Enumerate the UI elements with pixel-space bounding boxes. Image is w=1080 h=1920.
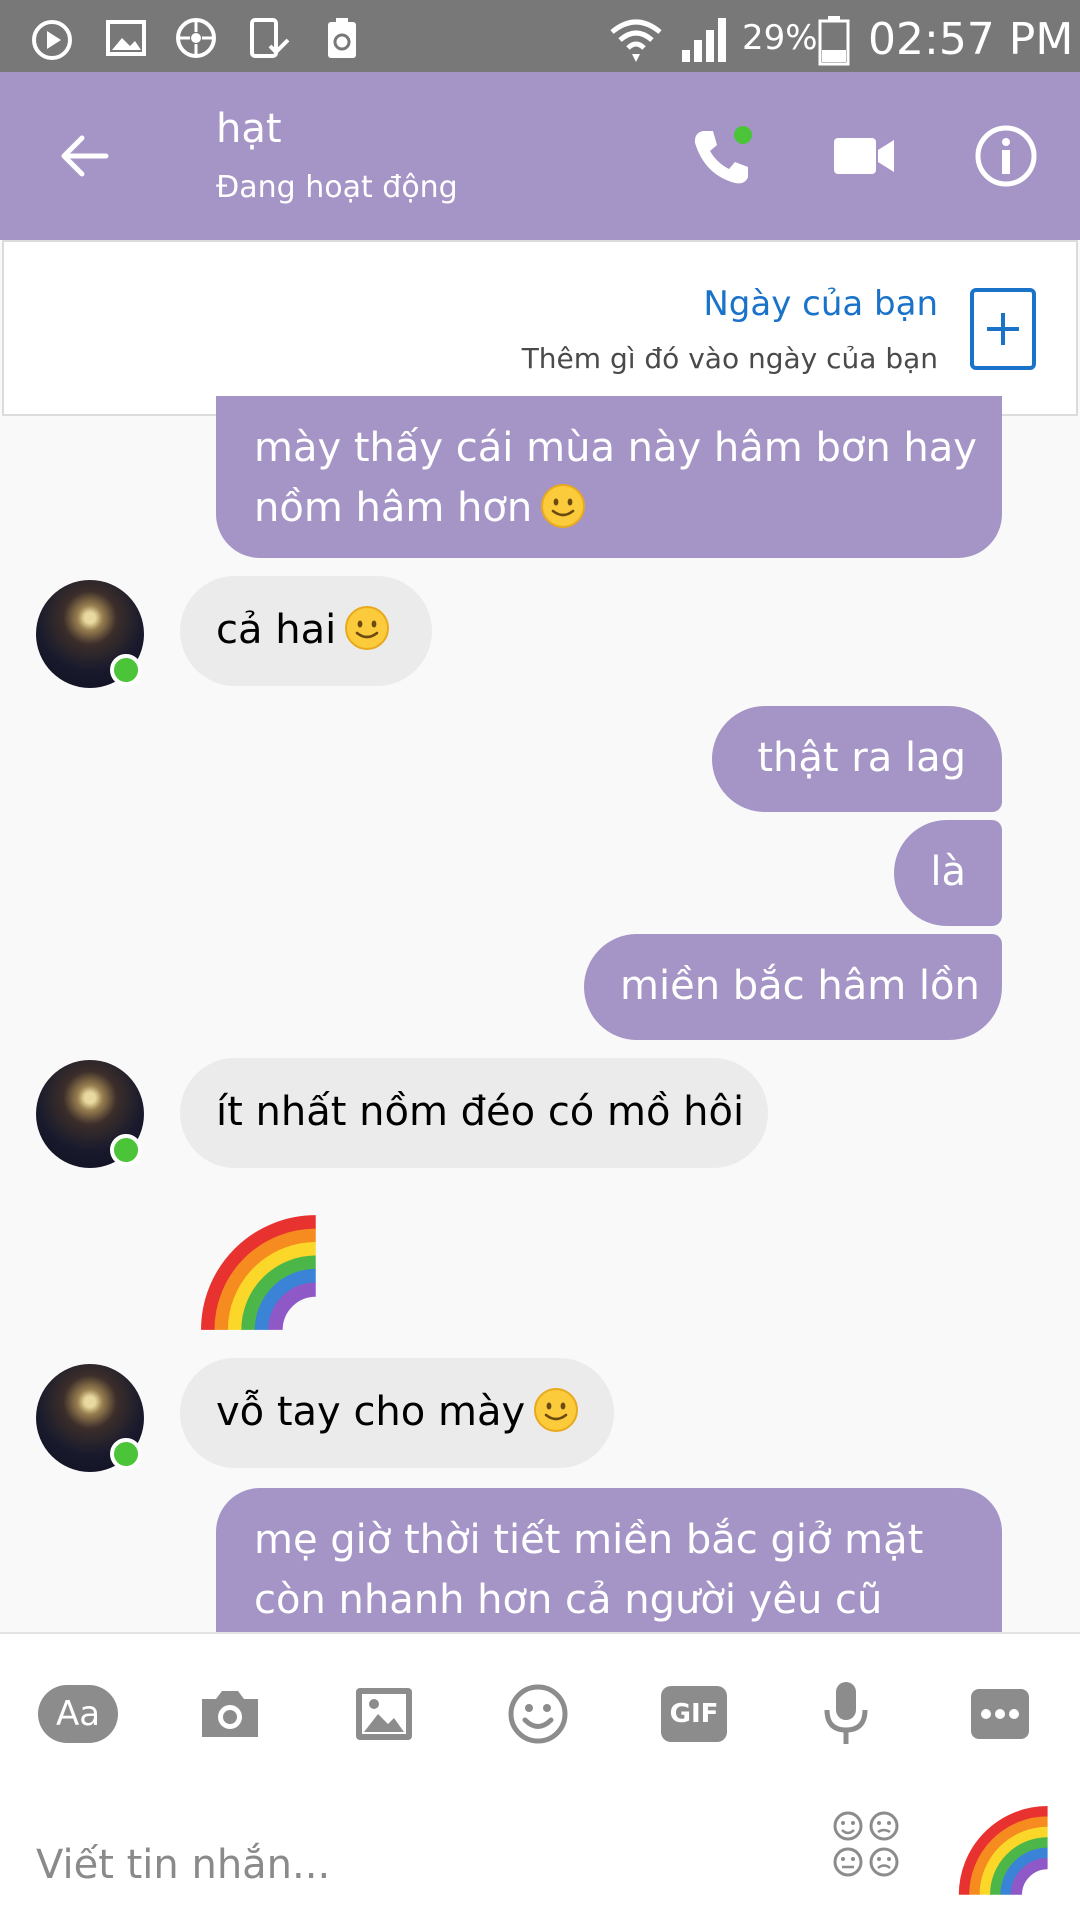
- gif-button[interactable]: GIF: [654, 1674, 734, 1754]
- message-text-line: mày thấy cái mùa này hâm bơn hay: [254, 425, 977, 471]
- gif-label: GIF: [661, 1686, 727, 1742]
- camera-icon: [202, 1691, 258, 1737]
- incoming-message[interactable]: ít nhất nồm đéo có mồ hôi: [180, 1058, 768, 1168]
- rainbow-emoji[interactable]: [200, 1210, 324, 1334]
- rainbow-quick-reaction-button[interactable]: [958, 1802, 1054, 1898]
- message-text-line: mẹ giờ thời tiết miền bắc giở mặt: [254, 1517, 924, 1563]
- online-indicator: [110, 1134, 142, 1166]
- settings-wheel-icon: [174, 16, 218, 60]
- composer-bar: Aa GIF: [0, 1632, 1080, 1920]
- status-clock: 02:57 PM: [868, 14, 1074, 65]
- message-text: ít nhất nồm đéo có mồ hôi: [216, 1089, 745, 1135]
- video-camera-icon: [834, 138, 894, 174]
- gallery-button[interactable]: [344, 1674, 424, 1754]
- text-format-button[interactable]: Aa: [38, 1674, 118, 1754]
- slightly-smiling-emoji: [344, 605, 390, 651]
- info-icon: [975, 125, 1037, 187]
- contact-avatar[interactable]: [36, 1060, 144, 1168]
- gallery-icon: [356, 1688, 412, 1740]
- plus-icon: [987, 313, 1019, 345]
- microphone-button[interactable]: [806, 1674, 886, 1754]
- sticker-faces-icon: [833, 1811, 899, 1877]
- your-day-subtitle: Thêm gì đó vào ngày của bạn: [521, 342, 938, 375]
- conversation-header: hạt Đang hoạt động: [0, 72, 1080, 240]
- message-text-line: nồm hâm hơn: [254, 485, 533, 531]
- message-input[interactable]: [36, 1830, 796, 1900]
- cellular-signal-icon: [680, 16, 730, 62]
- message-text: cả hai: [216, 607, 337, 653]
- online-indicator: [110, 1438, 142, 1470]
- outgoing-message[interactable]: là: [894, 820, 1002, 926]
- sticker-button[interactable]: [830, 1808, 902, 1880]
- message-text: miền bắc hâm lồn: [620, 963, 980, 1009]
- voice-call-button[interactable]: [680, 116, 760, 196]
- incoming-message[interactable]: cả hai: [180, 576, 432, 686]
- wifi-icon: [608, 16, 664, 62]
- contact-name[interactable]: hạt: [216, 106, 282, 152]
- status-bar: 29% 02:57 PM: [0, 0, 1080, 72]
- message-text: thật ra lag: [757, 735, 966, 781]
- camera-button[interactable]: [190, 1674, 270, 1754]
- back-button[interactable]: [44, 116, 124, 196]
- add-to-day-button[interactable]: [970, 288, 1036, 370]
- contact-active-status: Đang hoạt động: [216, 170, 458, 205]
- message-text: là: [930, 849, 966, 895]
- message-text-line: còn nhanh hơn cả người yêu cũ: [254, 1577, 883, 1623]
- online-indicator: [110, 654, 142, 686]
- recycle-battery-icon: [320, 16, 364, 60]
- microphone-icon: [824, 1682, 868, 1744]
- phone-check-icon: [246, 16, 290, 60]
- image-notification-icon: [104, 16, 148, 60]
- back-arrow-icon: [61, 135, 109, 177]
- conversation-info-button[interactable]: [966, 116, 1046, 196]
- emoji-button[interactable]: [498, 1674, 578, 1754]
- video-call-button[interactable]: [824, 116, 904, 196]
- battery-icon: [818, 16, 850, 66]
- outgoing-message[interactable]: thật ra lag: [712, 706, 1002, 812]
- battery-percent: 29%: [742, 18, 818, 58]
- emoji-icon: [508, 1684, 568, 1744]
- your-day-banner[interactable]: Ngày của bạn Thêm gì đó vào ngày của bạn: [2, 240, 1078, 416]
- your-day-title[interactable]: Ngày của bạn: [703, 284, 938, 324]
- outgoing-message[interactable]: miền bắc hâm lồn: [584, 934, 1002, 1040]
- more-options-button[interactable]: [960, 1674, 1040, 1754]
- outgoing-message[interactable]: mày thấy cái mùa này hâm bơn hay nồm hâm…: [216, 396, 1002, 558]
- more-icon: [971, 1689, 1029, 1739]
- contact-avatar[interactable]: [36, 580, 144, 688]
- contact-avatar[interactable]: [36, 1364, 144, 1472]
- media-play-icon: [30, 16, 74, 60]
- incoming-message[interactable]: vỗ tay cho mày: [180, 1358, 614, 1468]
- phone-icon: [694, 126, 752, 184]
- aa-label: Aa: [38, 1685, 118, 1743]
- slightly-smiling-emoji: [540, 483, 586, 529]
- slightly-smiling-emoji: [533, 1387, 579, 1433]
- message-text: vỗ tay cho mày: [216, 1389, 526, 1435]
